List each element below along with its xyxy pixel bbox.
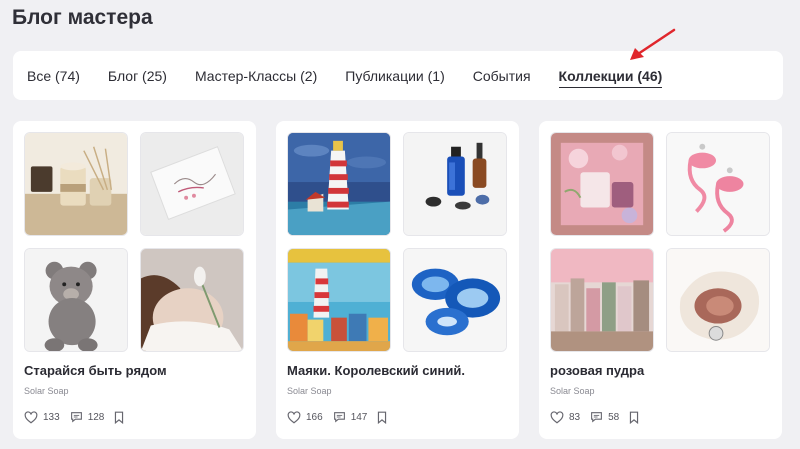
likes-count: 166: [306, 411, 323, 423]
collection-thumbnails[interactable]: [24, 132, 245, 354]
collection-thumbnails[interactable]: [550, 132, 771, 354]
comments-stat[interactable]: 128: [70, 411, 105, 423]
heart-icon: [550, 410, 564, 423]
thumbnail-blue-bottles[interactable]: [403, 132, 507, 236]
thumbnail-blue-agate[interactable]: [403, 248, 507, 352]
likes-stat[interactable]: 133: [24, 410, 60, 424]
page-title: Блог мастера: [12, 6, 153, 29]
comments-stat[interactable]: 147: [333, 411, 368, 423]
thumbnail-greeting-card[interactable]: [140, 132, 244, 236]
tab-blog[interactable]: Блог (25): [108, 51, 167, 100]
comment-icon: [70, 412, 82, 423]
collection-stats: 133 128: [24, 409, 124, 425]
tab-master-classes[interactable]: Мастер-Классы (2): [195, 51, 317, 100]
thumbnail-pink-gift-box[interactable]: [550, 132, 654, 236]
thumbnail-seashell[interactable]: [666, 248, 770, 352]
thumbnail-lighthouse-painting[interactable]: [287, 132, 391, 236]
likes-count: 83: [569, 411, 581, 423]
comments-stat[interactable]: 58: [590, 411, 619, 423]
collection-author[interactable]: Solar Soap: [24, 386, 69, 396]
heart-icon: [24, 410, 38, 423]
collection-author[interactable]: Solar Soap: [287, 386, 332, 396]
collection-card[interactable]: Старайся быть рядом Solar Soap 133 128: [13, 121, 256, 439]
bookmark-icon[interactable]: [629, 411, 639, 424]
thumbnail-pink-houses[interactable]: [550, 248, 654, 352]
comment-icon: [591, 412, 603, 423]
tab-publications[interactable]: Публикации (1): [345, 51, 444, 100]
likes-count: 133: [43, 411, 60, 423]
comment-icon: [333, 412, 345, 423]
bookmark-icon[interactable]: [114, 411, 124, 424]
thumbnail-teddy-bear[interactable]: [24, 248, 128, 352]
collection-thumbnails[interactable]: [287, 132, 508, 354]
heart-icon: [287, 410, 301, 423]
thumbnail-flamingo-earrings[interactable]: [666, 132, 770, 236]
thumbnail-soap-on-wood[interactable]: [24, 132, 128, 236]
thumbnail-lighthouse-houses[interactable]: [287, 248, 391, 352]
bookmark-icon[interactable]: [377, 411, 387, 424]
collection-title[interactable]: Старайся быть рядом: [24, 363, 167, 378]
collection-card[interactable]: Маяки. Королевский синий. Solar Soap 166…: [276, 121, 519, 439]
comments-count: 147: [350, 411, 368, 423]
collection-card[interactable]: розовая пудра Solar Soap 83 58: [539, 121, 782, 439]
comments-count: 128: [87, 411, 105, 423]
tab-all[interactable]: Все (74): [27, 51, 80, 100]
likes-stat[interactable]: 166: [287, 410, 323, 424]
collection-title[interactable]: Маяки. Королевский синий.: [287, 363, 465, 378]
likes-stat[interactable]: 83: [550, 410, 581, 424]
annotation-arrow-icon: [630, 28, 676, 60]
collection-author[interactable]: Solar Soap: [550, 386, 595, 396]
collection-title[interactable]: розовая пудра: [550, 363, 644, 378]
collection-stats: 166 147: [287, 409, 387, 425]
tab-events[interactable]: События: [473, 51, 531, 100]
comments-count: 58: [608, 411, 620, 423]
thumbnail-woman-with-flowers[interactable]: [140, 248, 244, 352]
collection-stats: 83 58: [550, 409, 639, 425]
